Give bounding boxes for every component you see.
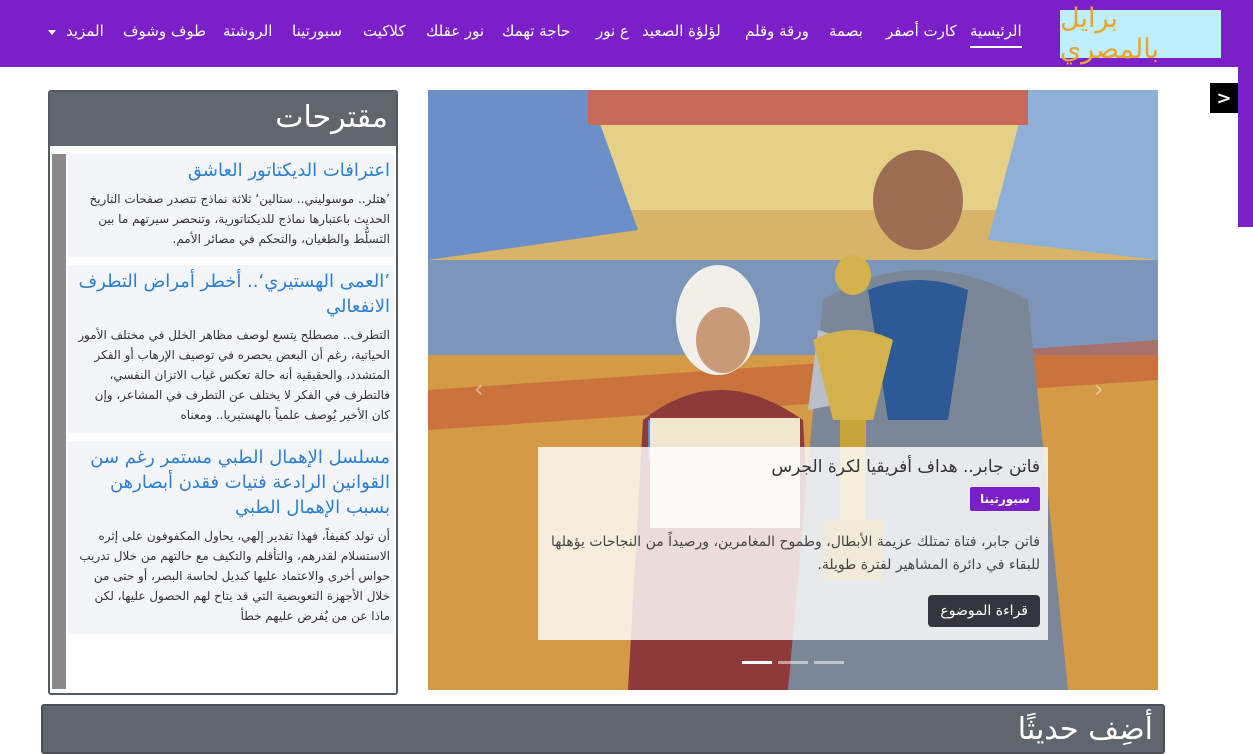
carousel-prev-icon[interactable]: ‹ — [474, 375, 484, 403]
add-topic-section: أضِف حديثًا — [41, 704, 1165, 754]
article-title-link[interactable]: ’العمى الهستيري‘.. أخطر أمراض التطرف الا… — [74, 269, 390, 319]
slide-caption: فاتن جابر.. هداف أفريقيا لكرة الجرس سبور… — [538, 447, 1048, 640]
carousel-indicator[interactable] — [814, 661, 844, 664]
suggestions-panel: مقترحات اعترافات الديكتاتور العاشق ’هتلر… — [48, 90, 398, 695]
nav-paper-pen[interactable]: ورقة وقلم — [745, 22, 809, 40]
carousel-indicator[interactable] — [778, 661, 808, 664]
read-more-button[interactable]: قراءة الموضوع — [928, 595, 1040, 627]
article-excerpt: ’هتلر.. موسوليني.. ستالين‘ ثلاثة نماذج ت… — [89, 192, 390, 246]
side-tab — [1238, 67, 1253, 227]
nav-basma[interactable]: بصمة — [829, 22, 863, 40]
article-title-link[interactable]: مسلسل الإهمال الطبي مستمر رغم سن القواني… — [74, 445, 390, 520]
article-excerpt: أن تولد كفيفاً، فهذا تقدير إلهي، يحاول ا… — [79, 529, 390, 623]
panel-header: مقترحات — [50, 92, 396, 146]
nav-more[interactable]: المزيد — [66, 22, 104, 40]
list-item: مسلسل الإهمال الطبي مستمر رغم سن القواني… — [68, 441, 394, 634]
nav-tour[interactable]: طوف وشوف — [123, 22, 206, 40]
nav-things-matter[interactable]: حاجة تهمك — [502, 22, 570, 40]
article-excerpt: التطرف.. مصطلح يتسع لوصف مظاهر الخلل في … — [78, 328, 390, 422]
slide-excerpt: فاتن جابر، فتاة تمتلك عزيمة الأبطال، وطم… — [551, 534, 1040, 573]
nav-ala-nour[interactable]: ع نور — [596, 22, 629, 40]
nav-clacket[interactable]: كلاكيت — [363, 22, 406, 40]
side-toggle-button[interactable]: > — [1210, 83, 1238, 113]
nav-roshta[interactable]: الروشتة — [223, 22, 272, 40]
slide-title[interactable]: فاتن جابر.. هداف أفريقيا لكرة الجرس — [771, 457, 1040, 477]
carousel-indicator[interactable] — [742, 661, 772, 664]
nav-sportina[interactable]: سبورتينا — [292, 22, 342, 40]
featured-carousel[interactable]: ‹ › فاتن جابر.. هداف أفريقيا لكرة الجرس … — [428, 90, 1158, 690]
category-badge[interactable]: سبورتينا — [970, 487, 1040, 511]
add-topic-title: أضِف حديثًا — [1017, 712, 1153, 747]
suggestions-list: اعترافات الديكتاتور العاشق ’هتلر.. موسول… — [68, 154, 394, 689]
top-navbar: برايل بالمصري الرئيسية كارت أصفر بصمة ور… — [0, 0, 1253, 67]
carousel-next-icon[interactable]: › — [1094, 375, 1104, 403]
logo-text: برايل بالمصري — [1060, 3, 1160, 65]
panel-title: مقترحات — [275, 100, 388, 135]
nav-pearl-saeed[interactable]: لؤلؤة الصعيد — [642, 22, 721, 40]
panel-scrollbar[interactable] — [52, 154, 66, 689]
article-title-link[interactable]: اعترافات الديكتاتور العاشق — [74, 158, 390, 183]
site-logo[interactable]: برايل بالمصري — [1060, 3, 1221, 65]
nav-home[interactable]: الرئيسية — [970, 22, 1022, 48]
list-item: ’العمى الهستيري‘.. أخطر أمراض التطرف الا… — [68, 265, 394, 433]
list-item: اعترافات الديكتاتور العاشق ’هتلر.. موسول… — [68, 154, 394, 257]
nav-light-mind[interactable]: نور عقلك — [426, 22, 484, 40]
nav-yellow-card[interactable]: كارت أصفر — [886, 22, 957, 40]
chevron-down-icon[interactable] — [48, 30, 56, 35]
